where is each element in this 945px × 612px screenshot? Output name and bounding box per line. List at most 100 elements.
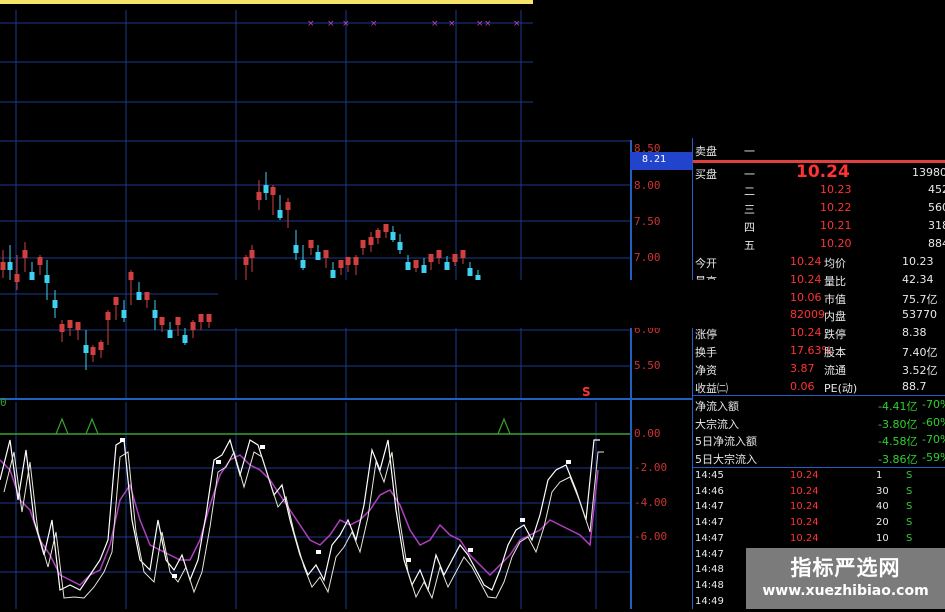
candle-body [175,317,181,325]
candle-body [452,254,458,262]
candle-body [144,292,150,300]
candle-body [256,192,262,200]
indicator-tick-label: -4.00 [634,496,668,509]
flow-label: 净流入额 [695,400,739,413]
candle-body [360,240,366,248]
stat-value: 10.24 [790,272,822,286]
sell-signal-marker: S [582,385,591,399]
candle-body [167,330,173,338]
stat-value: 82009 [790,308,825,322]
tick-flag: S [906,485,913,497]
top-x-marker: × [431,19,439,29]
indicator-dot [520,518,525,522]
stat-row: 今开 10.24 均价 10.23 [692,254,945,271]
signal-bump [85,417,99,435]
buy-vol: 884 [928,237,945,250]
top-x-marker: × [370,19,378,29]
buy-rank: 一 [744,168,755,181]
candle-body [263,185,269,193]
stat-row: 净资 3.87 流通 3.52亿 [692,361,945,378]
sell-row[interactable]: 卖盘 一 [692,142,945,159]
stat-value: 10.24 [790,326,822,340]
candle-body [128,272,134,280]
indicator-j-line [3,450,604,600]
stat-label-2: 股本 [824,346,846,359]
indicator-tick-label: -6.00 [634,530,668,543]
candle-body [52,300,58,308]
tick-vol: 10 [876,532,889,544]
tick-time: 14:46 [695,485,724,497]
candle-body [44,275,50,283]
stat-value: 10.06 [790,290,822,304]
candle-body [397,242,403,250]
indicator-dot [216,460,221,464]
candle-body [59,324,65,332]
price-tick-label: 5.50 [634,359,661,372]
flow-row: 大宗流入 -3.80亿 -60% [692,415,945,432]
candle-body [277,210,283,218]
candle-body [353,257,359,265]
indicator-dot [172,574,177,578]
candle-body [308,240,314,248]
tick-flag: S [906,470,913,481]
candle-body [338,260,344,268]
candle-body [0,262,6,270]
candle-body [315,252,321,260]
buy-row[interactable]: 五 10.20 884 [692,236,945,253]
candle-body [75,322,81,330]
buy-rank: 四 [744,221,755,234]
candle-body [243,257,249,265]
candle-body [152,310,158,318]
buy-row[interactable]: 二 10.23 452 [692,182,945,199]
flow-pct: -59% [922,450,945,464]
stat-label-2: 内盘 [824,310,846,324]
flow-divider [692,467,945,468]
buy-price: 10.22 [820,201,852,214]
tick-vol: 20 [876,517,889,529]
tick-row[interactable]: 14:46 10.24 30 S [692,485,945,502]
tick-time: 14:48 [695,564,724,576]
tick-row[interactable]: 14:47 10.24 10 S [692,532,945,549]
price-marker: 8.21 [630,152,692,170]
buy-price: 10.23 [820,183,852,196]
candle-body [323,250,329,258]
candle-body [90,347,96,355]
stat-label: 净资 [695,363,717,377]
tick-time: 14:47 [695,532,724,544]
flow-row: 5日大宗流入 -3.86亿 -59% [692,450,945,467]
buy-row-1[interactable]: 买盘 一 10.24 139802 [692,162,945,182]
buy-price: 10.20 [820,237,852,250]
buy-price-1: 10.24 [796,162,850,182]
tick-row[interactable]: 14:47 10.24 20 S [692,516,945,533]
flow-pct: -70% [922,433,945,446]
indicator-d-line [0,454,599,586]
tick-row[interactable]: 14:45 10.24 1 S [692,469,945,486]
candle-body [444,262,450,270]
price-tick-label: 7.00 [634,251,661,264]
watermark-title: 指标严选网 [790,556,901,580]
tick-row[interactable]: 14:47 10.24 40 S [692,500,945,517]
indicator-dot [120,438,125,442]
candle-body [421,265,427,273]
indicator-dot [406,558,411,562]
occluded-top-right [533,0,945,138]
buy-row[interactable]: 四 10.21 318 [692,218,945,235]
tick-price: 10.24 [790,470,819,481]
tick-flag: S [906,517,913,529]
candle-body [345,257,351,265]
candle-body [436,250,442,258]
stat-value-2: 88.7 [902,379,927,393]
tick-vol: 40 [876,501,889,513]
panel-border [692,138,693,609]
candle-body [98,342,104,350]
stat-row: 收益㈡ 0.06 PE(动) 88.7 [692,379,945,396]
top-x-marker: × [513,19,521,29]
stat-label-2: 均价 [824,257,846,270]
indicator-tick-label: 0.00 [634,427,661,440]
indicator-dot [316,550,321,554]
candle-body [375,230,381,238]
candle-body [83,345,89,353]
price-tick-label: 8.00 [634,179,661,192]
buy-row[interactable]: 三 10.22 560 [692,200,945,217]
tick-time: 14:48 [695,579,724,591]
